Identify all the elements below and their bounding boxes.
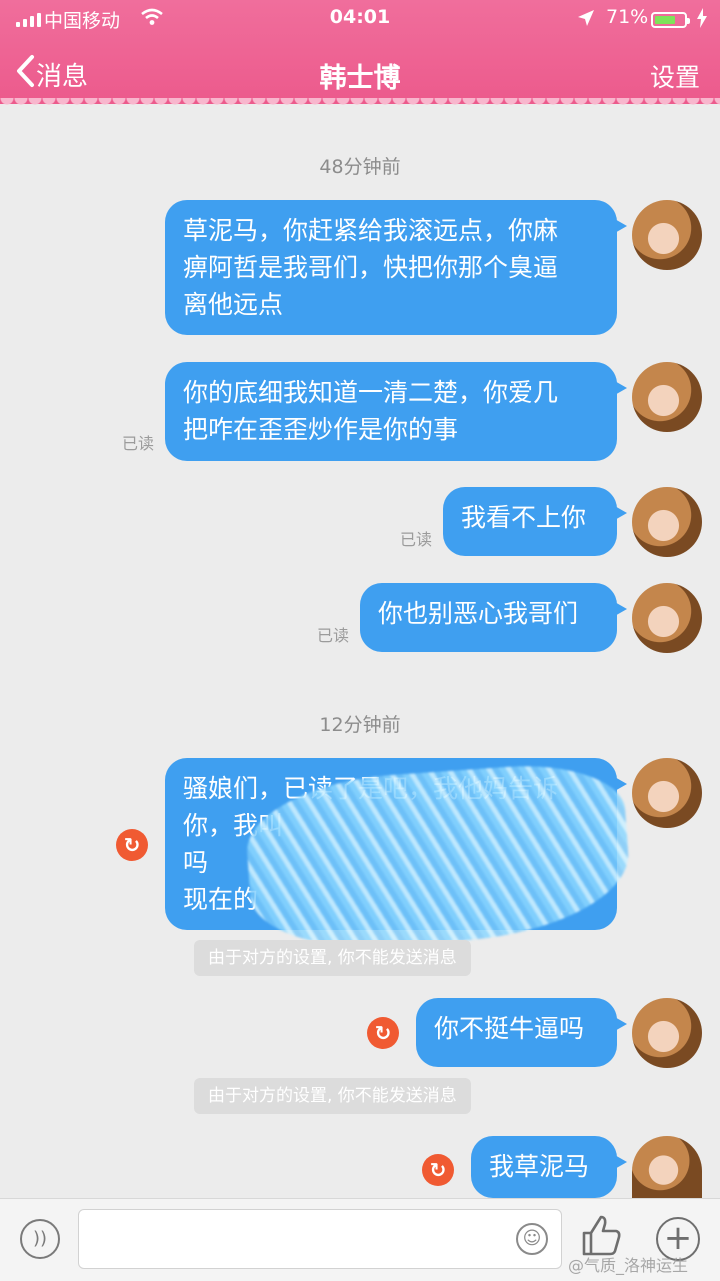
message-line: 吗 — [183, 848, 209, 877]
message-line: 你，我叫 — [183, 811, 284, 840]
avatar[interactable] — [632, 583, 702, 653]
resend-icon[interactable]: ↻ — [116, 829, 148, 861]
status-bar: 中国移动 04:01 71% — [0, 4, 720, 34]
message-line: 把咋在歪歪炒作是你的事 — [183, 415, 459, 444]
navigation-header: 中国移动 04:01 71% 消息 韩士博 设置 — [0, 0, 720, 112]
header-decoration — [0, 98, 720, 112]
message-line: 我草泥马 — [489, 1152, 590, 1181]
message-line: 现在的 — [183, 885, 259, 914]
read-receipt: 已读 — [317, 626, 350, 645]
message-line: 你的底细我知道一清二楚，你爱几 — [183, 378, 559, 407]
avatar[interactable] — [632, 487, 702, 557]
message-bubble[interactable]: 你也别恶心我哥们 — [360, 583, 627, 652]
message-line: 你不挺牛逼吗 — [434, 1014, 585, 1043]
avatar[interactable] — [632, 362, 702, 432]
message-bubble[interactable]: 你不挺牛逼吗 — [416, 998, 627, 1067]
message-line: 我看不上你 — [461, 503, 587, 532]
message-bubble[interactable]: 草泥马，你赶紧给我滚远点，你麻 痹阿哲是我哥们，快把你那个臭逼 离他远点 — [165, 200, 627, 335]
system-notice: 由于对方的设置, 你不能发送消息 — [194, 940, 471, 976]
message-bubble[interactable]: 我看不上你 — [443, 487, 627, 556]
message-line: 离他远点 — [183, 290, 284, 319]
read-receipt: 已读 — [400, 530, 433, 549]
charging-bolt-icon — [696, 8, 708, 33]
timestamp: 12分钟前 — [319, 714, 401, 736]
message-bubble[interactable]: 骚娘们，已读了是吧，我他妈告诉 你，我叫 吗 现在的 — [165, 758, 627, 930]
message-line: 草泥马，你赶紧给我滚远点，你麻 — [183, 216, 559, 245]
message-input[interactable] — [78, 1209, 562, 1269]
message-bubble[interactable]: 我草泥马 — [471, 1136, 627, 1198]
read-receipt: 已读 — [122, 434, 155, 453]
message-line: 你也别恶心我哥们 — [378, 599, 579, 628]
avatar[interactable] — [632, 200, 702, 270]
watermark: @气质_洛神运生 — [568, 1256, 689, 1275]
message-bubble[interactable]: 你的底细我知道一清二楚，你爱几 把咋在歪歪炒作是你的事 — [165, 362, 627, 461]
message-line: 骚娘们，已读了是吧，我他妈告诉 — [183, 774, 559, 803]
voice-icon[interactable]: )) — [20, 1219, 60, 1259]
system-notice: 由于对方的设置, 你不能发送消息 — [194, 1078, 471, 1114]
settings-button[interactable]: 设置 — [650, 58, 700, 94]
timestamp: 48分钟前 — [319, 156, 401, 178]
emoji-icon[interactable]: ☺ — [516, 1223, 548, 1255]
battery-percent: 71% — [606, 6, 649, 28]
avatar[interactable] — [632, 1136, 702, 1198]
avatar[interactable] — [632, 758, 702, 828]
battery-icon — [651, 12, 690, 28]
conversation-title: 韩士博 — [319, 63, 401, 94]
message-line: 痹阿哲是我哥们，快把你那个臭逼 — [183, 253, 559, 282]
resend-icon[interactable]: ↻ — [422, 1154, 454, 1186]
avatar[interactable] — [632, 998, 702, 1068]
resend-icon[interactable]: ↻ — [367, 1017, 399, 1049]
location-arrow-icon — [576, 8, 596, 33]
